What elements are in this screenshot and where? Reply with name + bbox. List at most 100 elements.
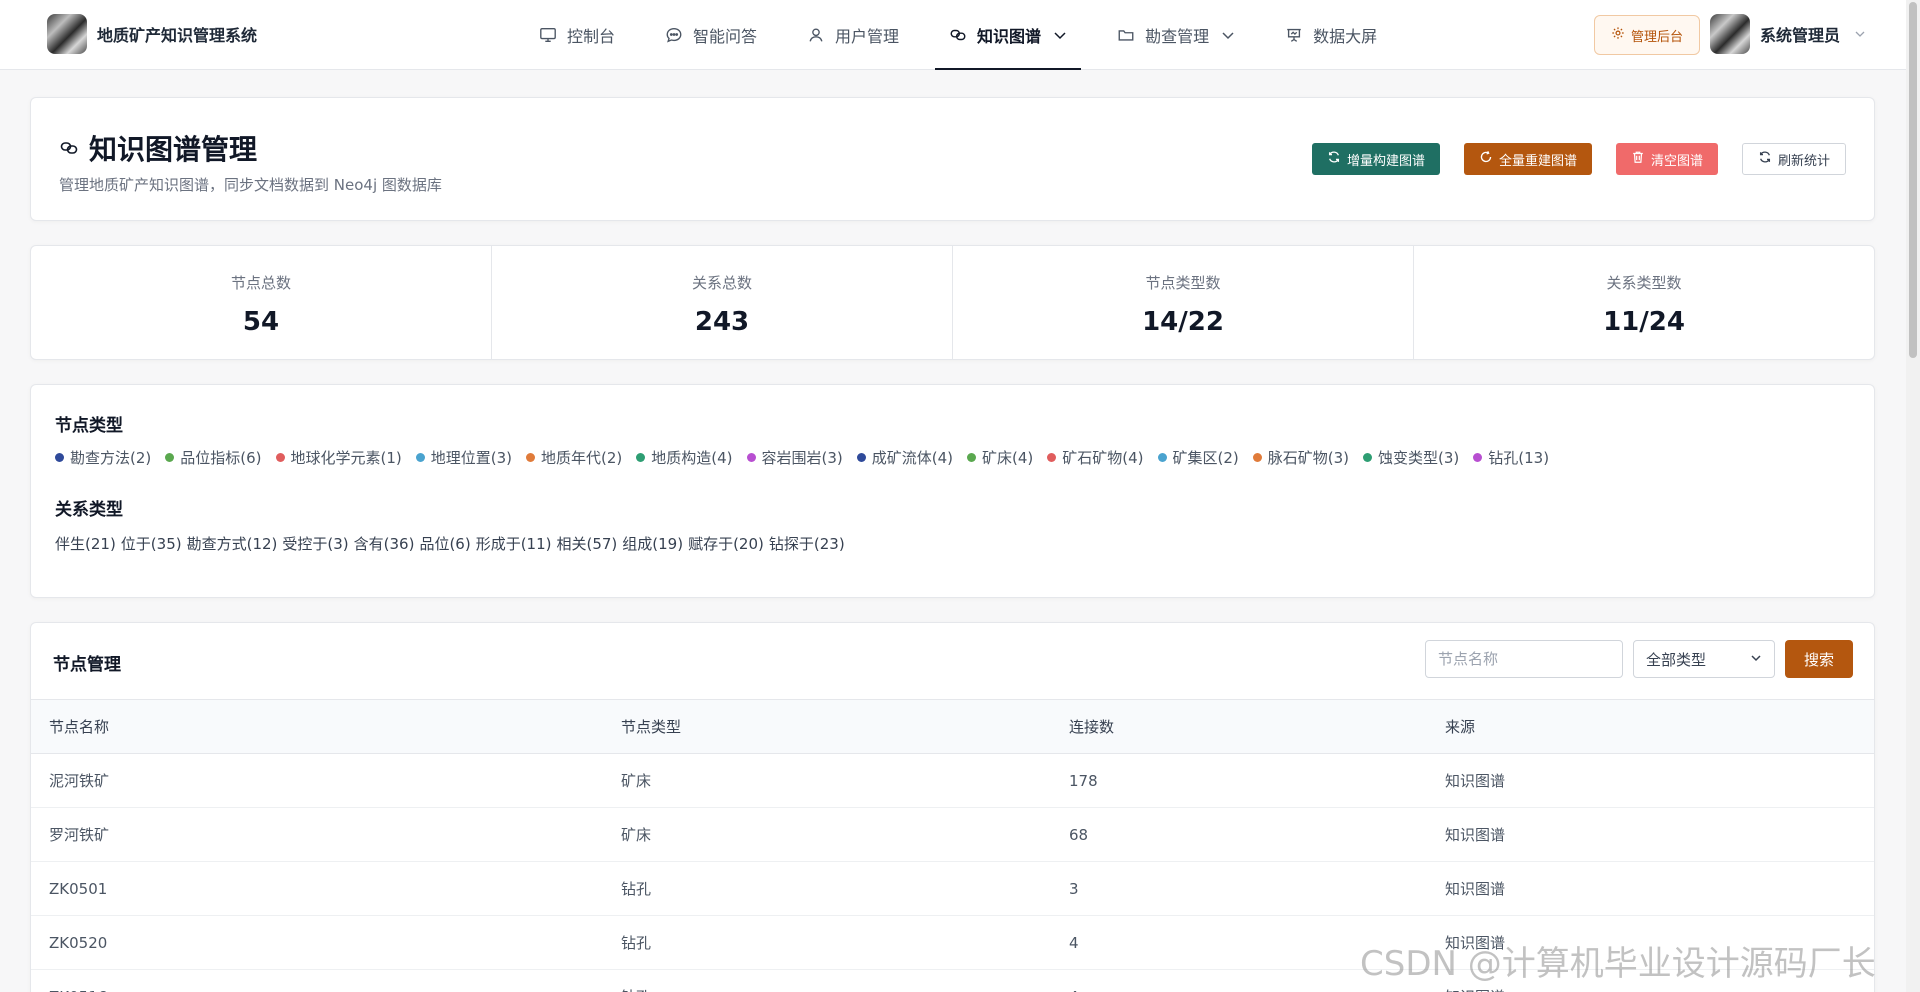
color-dot-icon — [1047, 453, 1057, 462]
nav-item-qa[interactable]: 智能问答 — [651, 0, 771, 70]
table-cell: 3 — [1051, 861, 1427, 916]
node-types-title: 节点类型 — [55, 416, 123, 436]
admin-backend-button[interactable]: 管理后台 — [1594, 15, 1700, 55]
clear-graph-label: 清空图谱 — [1650, 153, 1703, 169]
user-icon — [807, 26, 825, 44]
types-card: 节点类型 勘查方法(2) 品位指标(6) 地球化学元素(1) 地理位置(3) 地质年代(… — [30, 384, 1875, 598]
color-dot-icon — [415, 453, 425, 462]
node-type-label: 钻孔(13) — [1488, 449, 1550, 467]
node-type-item: 矿石矿物(4) — [1047, 447, 1144, 468]
user-menu[interactable]: 系统管理员 — [1710, 14, 1866, 54]
table-cell: 知识图谱 — [1427, 807, 1874, 862]
relation-type-item: 含有(36) — [353, 535, 415, 553]
node-type-label: 矿集区(2) — [1172, 449, 1239, 467]
search-button[interactable]: 搜索 — [1785, 640, 1853, 678]
gear-icon — [1611, 26, 1631, 44]
table-row[interactable]: ZK0516钻孔4知识图谱 — [31, 969, 1874, 992]
node-type-item: 勘查方法(2) — [55, 447, 151, 468]
stat-value: 243 — [694, 307, 750, 337]
column-header[interactable]: 来源 — [1427, 699, 1874, 754]
table-cell: 钻孔 — [603, 915, 1051, 970]
color-dot-icon — [1473, 453, 1483, 462]
nav-item-users[interactable]: 用户管理 — [793, 0, 913, 70]
node-type-item: 成矿流体(4) — [856, 447, 953, 468]
scrollbar-thumb[interactable] — [1909, 2, 1917, 358]
color-dot-icon — [1252, 453, 1262, 462]
table-header-row: 节点名称 节点类型 连接数 来源 — [31, 699, 1874, 754]
table-row[interactable]: ZK0501 钻孔 3 知识图谱 — [31, 861, 1874, 916]
incremental-build-button[interactable]: 增量构建图谱 — [1311, 143, 1440, 175]
table-cell: 矿床 — [603, 753, 1051, 808]
nav-item-knowledge-graph[interactable]: 知识图谱 — [935, 0, 1082, 70]
relation-type-item: 伴生(21) — [55, 535, 116, 553]
link-icon — [949, 26, 967, 44]
node-name-search-input[interactable] — [1425, 640, 1623, 678]
full-rebuild-button[interactable]: 全量重建图谱 — [1463, 143, 1592, 175]
nav-item-dashboard[interactable]: 控制台 — [525, 0, 629, 70]
color-dot-icon — [55, 453, 64, 462]
table-row[interactable]: ZK0520 钻孔 4 知识图谱 — [31, 915, 1874, 970]
relation-type-item: 位于(35) — [120, 535, 182, 553]
column-header[interactable]: 节点类型 — [603, 699, 1051, 754]
clear-graph-button[interactable]: 清空图谱 — [1615, 143, 1718, 175]
relation-type-item: 组成(19) — [622, 535, 684, 553]
node-management-title: 节点管理 — [53, 655, 121, 675]
node-management-card: 节点管理 全部类型 搜索 节点名称 节点类型 连接数 来源 泥河铁矿矿床178知… — [30, 622, 1875, 992]
relation-type-item: 勘查方式(12) — [186, 535, 278, 553]
page-header-card: 知识图谱管理 管理地质矿产知识图谱，同步文档数据到 Neo4j 图数据库 增量构… — [30, 97, 1875, 221]
node-type-label: 蚀变类型(3) — [1378, 449, 1460, 467]
refresh-stats-label: 刷新统计 — [1777, 153, 1830, 169]
node-type-label: 地质构造(4) — [651, 449, 733, 467]
full-rebuild-label: 全量重建图谱 — [1498, 153, 1577, 169]
refresh-stats-button[interactable]: 刷新统计 — [1741, 143, 1846, 175]
relation-types-title: 关系类型 — [55, 500, 123, 520]
node-type-item: 容岩围岩(3) — [746, 447, 843, 468]
table-cell: 4 — [1051, 969, 1427, 992]
stat-label: 节点总数 — [230, 274, 291, 292]
table-cell: 矿床 — [603, 807, 1051, 862]
stats-card: 节点总数 54 关系总数 243 节点类型数 14/22 关系类型数 11/24 — [30, 245, 1875, 360]
nav-item-data-screen[interactable]: 数据大屏 — [1271, 0, 1391, 70]
color-dot-icon — [1157, 453, 1167, 462]
chevron-down-icon — [1854, 28, 1866, 40]
chevron-down-icon — [1053, 28, 1067, 42]
nav-label: 数据大屏 — [1313, 27, 1378, 46]
link-icon — [59, 138, 79, 158]
monitor-icon — [539, 26, 557, 44]
relation-type-list: 伴生(21) 位于(35) 勘查方式(12) 受控于(3) 含有(36) 品位(6) 形成于… — [55, 533, 850, 554]
table-row[interactable]: 泥河铁矿 矿床 178 知识图谱 — [31, 753, 1874, 808]
color-dot-icon — [636, 453, 646, 462]
node-type-item: 地理位置(3) — [415, 447, 512, 468]
brand[interactable]: 地质矿产知识管理系统 — [47, 14, 257, 54]
column-header[interactable]: 连接数 — [1051, 699, 1427, 754]
table-cell: 钻孔 — [603, 969, 1051, 992]
app-logo — [47, 14, 87, 54]
node-type-select[interactable]: 全部类型 — [1633, 640, 1775, 678]
nav-item-exploration[interactable]: 勘查管理 — [1103, 0, 1249, 70]
node-type-label: 地球化学元素(1) — [290, 449, 402, 467]
column-header[interactable]: 节点名称 — [31, 699, 603, 754]
chevron-down-icon — [1750, 650, 1762, 668]
table-cell: 4 — [1051, 915, 1427, 970]
node-type-label: 脉石矿物(3) — [1267, 449, 1349, 467]
table-cell: 泥河铁矿 — [31, 753, 603, 808]
nav-label: 控制台 — [567, 27, 616, 46]
nav-label: 智能问答 — [693, 27, 758, 46]
table-cell: 知识图谱 — [1427, 915, 1874, 970]
node-type-label: 矿石矿物(4) — [1062, 449, 1144, 467]
avatar — [1710, 14, 1750, 54]
node-type-label: 矿床(4) — [982, 449, 1034, 467]
stat-node-type-count: 节点类型数 14/22 — [953, 246, 1414, 359]
node-type-select-value: 全部类型 — [1646, 650, 1707, 669]
chat-icon — [665, 26, 683, 44]
node-type-item: 地质构造(4) — [636, 447, 733, 468]
stat-label: 关系总数 — [691, 274, 752, 292]
color-dot-icon — [856, 453, 866, 462]
node-type-item: 地球化学元素(1) — [275, 447, 402, 468]
stat-value: 54 — [242, 307, 280, 337]
node-type-item: 钻孔(13) — [1473, 447, 1549, 468]
page-scrollbar[interactable] — [1906, 0, 1920, 992]
nav-label: 知识图谱 — [977, 27, 1042, 46]
table-row[interactable]: 罗河铁矿 矿床 68 知识图谱 — [31, 807, 1874, 862]
stat-value: 14/22 — [1142, 307, 1224, 337]
